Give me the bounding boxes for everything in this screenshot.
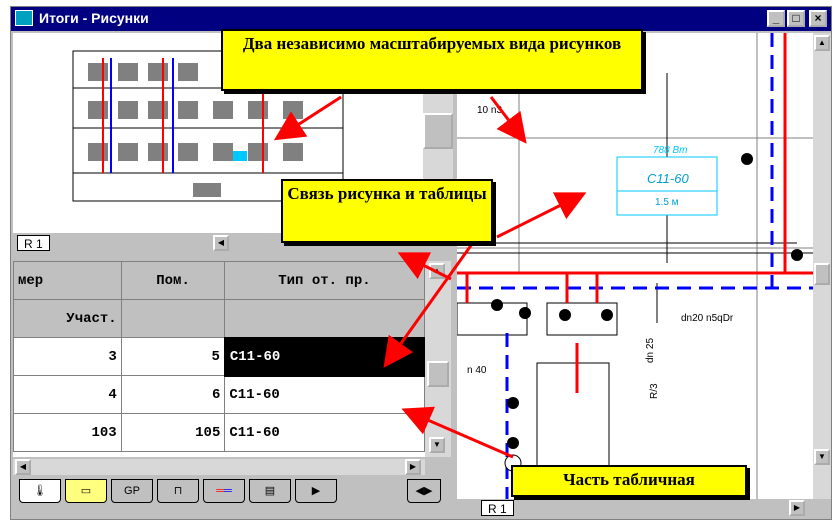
main-window: Итоги - Рисунки _ □ × R 1 ◀ мер Пом. Тип… <box>10 6 832 520</box>
callout-views: Два независимо масштабируемых вида рисун… <box>221 29 643 91</box>
callout-table-part: Часть табличная <box>511 465 747 497</box>
callout-link: Связь рисунка и таблицы <box>281 179 493 243</box>
